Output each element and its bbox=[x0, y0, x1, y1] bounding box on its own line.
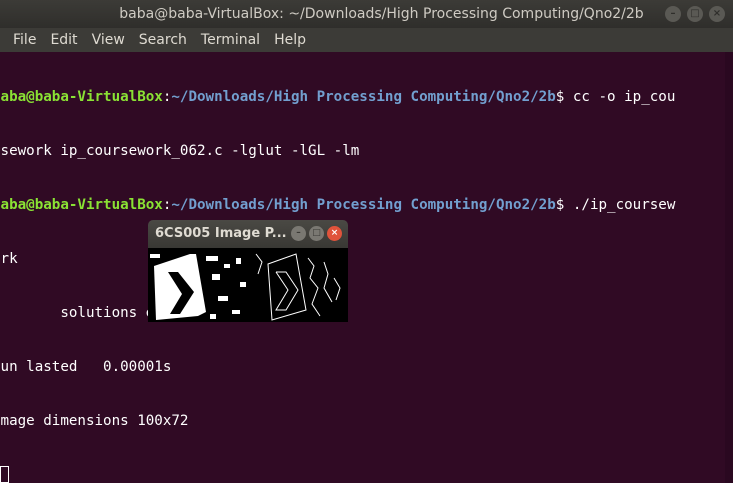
window-title: baba@baba-VirtualBox: ~/Downloads/High P… bbox=[119, 6, 644, 22]
maximize-button[interactable]: □ bbox=[687, 6, 703, 22]
image-window-titlebar[interactable]: 6CS005 Image P... – □ × bbox=[148, 220, 348, 248]
text-cursor bbox=[0, 466, 9, 483]
image-minimize-button[interactable]: – bbox=[291, 226, 306, 241]
menu-file[interactable]: File bbox=[6, 32, 43, 48]
prompt-line-2: baba@baba-VirtualBox:~/Downloads/High Pr… bbox=[0, 196, 725, 214]
prompt-user: baba@baba-VirtualBox bbox=[0, 197, 163, 213]
command-text: cc -o ip_cou bbox=[572, 89, 676, 105]
processed-image bbox=[148, 248, 348, 322]
image-canvas bbox=[148, 248, 348, 322]
menu-search[interactable]: Search bbox=[132, 32, 194, 48]
command-text: ./ip_coursew bbox=[572, 197, 676, 213]
window-titlebar: baba@baba-VirtualBox: ~/Downloads/High P… bbox=[0, 0, 733, 28]
command-continuation: ork bbox=[0, 251, 18, 267]
menu-view[interactable]: View bbox=[85, 32, 132, 48]
menu-help[interactable]: Help bbox=[267, 32, 313, 48]
menu-bar: File Edit View Search Terminal Help bbox=[0, 28, 733, 52]
image-window[interactable]: 6CS005 Image P... – □ × bbox=[148, 220, 348, 322]
close-button[interactable]: × bbox=[709, 6, 725, 22]
output-line: image dimensions 100x72 bbox=[0, 413, 189, 429]
menu-terminal[interactable]: Terminal bbox=[194, 32, 267, 48]
prompt-user: baba@baba-VirtualBox bbox=[0, 89, 163, 105]
output-line: solutions explored bbox=[0, 305, 215, 321]
image-maximize-button[interactable]: □ bbox=[309, 226, 324, 241]
terminal-scrollbar[interactable] bbox=[725, 52, 733, 483]
command-continuation: rsework ip_coursework_062.c -lglut -lGL … bbox=[0, 143, 360, 159]
cursor-line bbox=[0, 466, 725, 483]
prompt-path: ~/Downloads/High Processing Computing/Qn… bbox=[171, 89, 556, 105]
image-close-button[interactable]: × bbox=[327, 226, 342, 241]
image-window-title: 6CS005 Image P... bbox=[155, 226, 287, 241]
window-controls: – □ × bbox=[665, 6, 725, 22]
image-window-controls: – □ × bbox=[291, 226, 342, 241]
prompt-path: ~/Downloads/High Processing Computing/Qn… bbox=[171, 197, 556, 213]
minimize-button[interactable]: – bbox=[665, 6, 681, 22]
menu-edit[interactable]: Edit bbox=[43, 32, 84, 48]
output-line: run lasted 0.00001s bbox=[0, 359, 172, 375]
prompt-line-1: baba@baba-VirtualBox:~/Downloads/High Pr… bbox=[0, 88, 725, 106]
terminal-output[interactable]: baba@baba-VirtualBox:~/Downloads/High Pr… bbox=[0, 52, 725, 483]
